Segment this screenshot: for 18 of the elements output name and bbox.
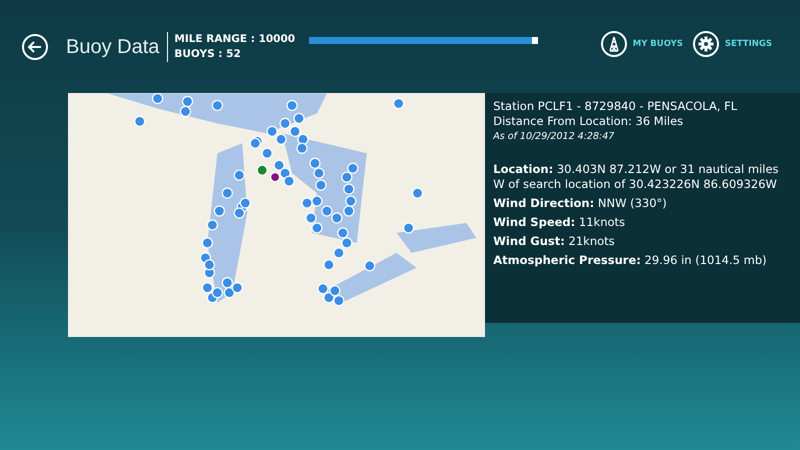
range-slider[interactable]: [309, 36, 538, 44]
distance-text: Distance From Location: 36 Miles: [493, 114, 684, 129]
back-button[interactable]: [22, 34, 48, 60]
station-detail: Wind Speed: 11knots: [493, 215, 626, 230]
mile-range-label: MILE RANGE : 10000: [174, 32, 296, 47]
my-buoys-button[interactable]: MY BUOYS: [600, 31, 683, 57]
settings-button[interactable]: SETTINGS: [692, 31, 772, 57]
gear-icon: [698, 36, 714, 52]
station-title: Station PCLF1 - 8729840 - PENSACOLA, FL: [493, 99, 738, 114]
station-detail: Wind Direction: NNW (330°): [493, 196, 668, 211]
station-detail: Wind Gust: 21knots: [493, 234, 616, 249]
back-arrow-icon: [28, 41, 42, 53]
page-title: Buoy Data: [66, 36, 160, 58]
station-detail: Location: 30.403N 87.212W or 31 nautical miles W of search location of 30.423226N 86.609326W: [493, 162, 780, 192]
tower-icon: [606, 36, 621, 52]
timestamp-text: As of 10/29/2012 4:28:47: [493, 130, 616, 144]
station-detail: Atmospheric Pressure: 29.96 in (1014.5 mb): [493, 253, 768, 268]
buoy-count-label: BUOYS : 52: [174, 47, 242, 62]
